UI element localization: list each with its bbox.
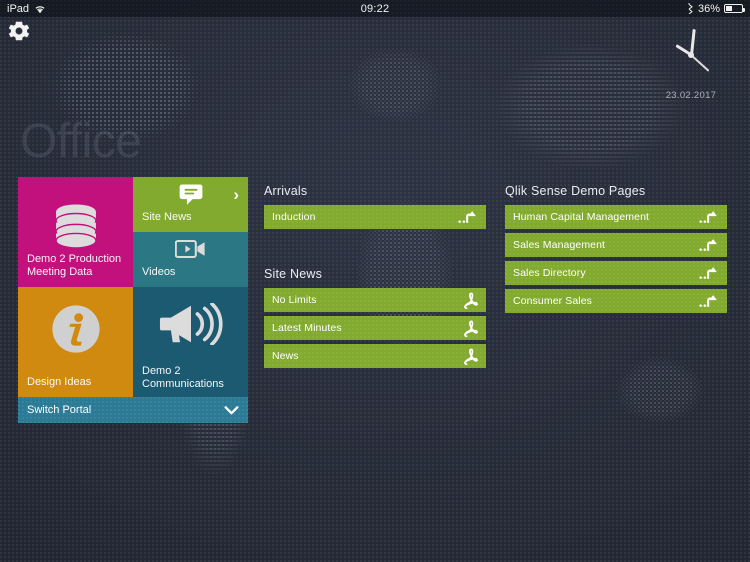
tile-design-ideas[interactable]: Design Ideas — [18, 287, 133, 397]
link-row-human-capital-management[interactable]: Human Capital Management — [505, 205, 727, 229]
map-continent-europe — [330, 30, 460, 140]
tile-demo2-communications[interactable]: Demo 2 Communications — [133, 287, 248, 397]
external-link-icon — [699, 237, 719, 253]
tile-label: Videos — [142, 266, 176, 278]
link-row-news[interactable]: News — [264, 344, 486, 368]
section-title-site-news: Site News — [264, 267, 323, 281]
tile-label: Demo 2 Production Meeting Data — [27, 253, 122, 278]
external-link-icon — [458, 209, 478, 225]
clock-center-pivot — [688, 52, 694, 58]
link-row-sales-directory[interactable]: Sales Directory — [505, 261, 727, 285]
link-label: Consumer Sales — [513, 295, 593, 307]
link-row-induction[interactable]: Induction — [264, 205, 486, 229]
chevron-right-icon: › — [233, 185, 239, 204]
link-label: News — [272, 350, 299, 362]
office-watermark: Office — [20, 115, 142, 168]
link-row-latest-minutes[interactable]: Latest Minutes — [264, 316, 486, 340]
tile-label: Demo 2 Communications — [142, 365, 224, 390]
link-label: Human Capital Management — [513, 211, 650, 223]
ios-status-bar: iPad 09:22 36% — [0, 0, 750, 17]
link-row-sales-management[interactable]: Sales Management — [505, 233, 727, 257]
gear-icon[interactable] — [6, 18, 32, 44]
column-arrivals-sitenews: Arrivals Induction Site News No Limits L… — [264, 184, 486, 372]
link-row-consumer-sales[interactable]: Consumer Sales — [505, 289, 727, 313]
tile-label: Site News — [142, 211, 192, 223]
column-qlik-sense: Qlik Sense Demo Pages Human Capital Mana… — [505, 184, 727, 317]
external-link-icon — [699, 209, 719, 225]
switch-portal-label: Switch Portal — [27, 404, 92, 416]
link-row-no-limits[interactable]: No Limits — [264, 288, 486, 312]
link-label: Induction — [272, 211, 316, 223]
tile-demo2-production-meeting-data[interactable]: Demo 2 Production Meeting Data — [18, 177, 133, 287]
bluetooth-icon — [687, 3, 694, 14]
battery-percent-label: 36% — [697, 2, 720, 15]
pdf-icon — [461, 291, 478, 309]
tile-videos[interactable]: Videos — [133, 232, 248, 287]
clock-date-label: 23.02.2017 — [665, 90, 717, 101]
link-label: Sales Management — [513, 239, 606, 251]
battery-icon — [724, 4, 745, 13]
tile-site-news[interactable]: › Site News — [133, 177, 248, 232]
external-link-icon — [699, 293, 719, 309]
tile-grid: Demo 2 Production Meeting Data › Site Ne… — [18, 177, 248, 423]
section-title-arrivals: Arrivals — [264, 184, 308, 198]
status-clock: 09:22 — [360, 2, 390, 15]
pdf-icon — [461, 347, 478, 365]
chevron-down-icon — [224, 405, 239, 415]
clock-face — [658, 22, 724, 88]
analog-clock: 23.02.2017 — [654, 22, 728, 101]
link-label: Sales Directory — [513, 267, 586, 279]
external-link-icon — [699, 265, 719, 281]
link-label: No Limits — [272, 294, 317, 306]
switch-portal-dropdown[interactable]: Switch Portal — [18, 397, 248, 423]
pdf-icon — [461, 319, 478, 337]
link-label: Latest Minutes — [272, 322, 342, 334]
tile-label: Design Ideas — [27, 376, 92, 388]
section-title-qlik-sense: Qlik Sense Demo Pages — [505, 184, 646, 198]
map-continent-australia — [590, 330, 730, 450]
